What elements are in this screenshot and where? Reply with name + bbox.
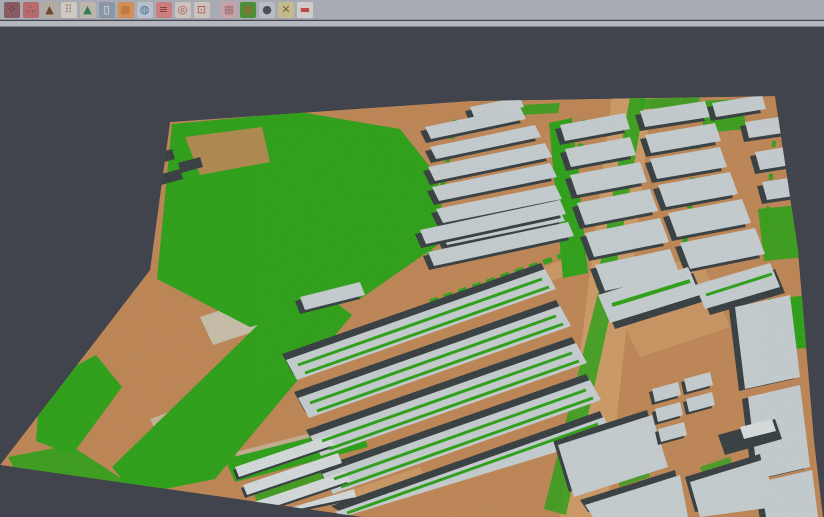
surface-model-icon[interactable]: ▲ xyxy=(80,2,96,18)
orthoimage-icon[interactable]: ■ xyxy=(118,2,134,18)
main-toolbar: ⁘∴▲⠿▲▯■◍≡◎⊡▦▩●✕▬ xyxy=(0,0,824,20)
layers-icon[interactable]: ≡ xyxy=(156,2,172,18)
points-tool-icon[interactable]: ⁘ xyxy=(4,2,20,18)
classified-points-icon[interactable]: ∴ xyxy=(23,2,39,18)
elevation-points-icon[interactable]: ⠿ xyxy=(61,2,77,18)
point-cloud-canvas xyxy=(0,27,824,517)
3d-viewport[interactable] xyxy=(0,27,824,517)
zoom-extents-icon[interactable]: ⊡ xyxy=(194,2,210,18)
terrain-icon[interactable]: ▲ xyxy=(42,2,58,18)
measure-icon[interactable]: ✕ xyxy=(278,2,294,18)
profile-view-icon[interactable]: ▯ xyxy=(99,2,115,18)
globe-icon[interactable]: ◍ xyxy=(137,2,153,18)
classification-colors-icon[interactable]: ▩ xyxy=(240,2,256,18)
flag-icon[interactable]: ▬ xyxy=(297,2,313,18)
sphere-view-icon[interactable]: ● xyxy=(259,2,275,18)
grid-cells-icon[interactable]: ▦ xyxy=(221,2,237,18)
target-icon[interactable]: ◎ xyxy=(175,2,191,18)
shadow-noise-overlay xyxy=(0,87,824,517)
